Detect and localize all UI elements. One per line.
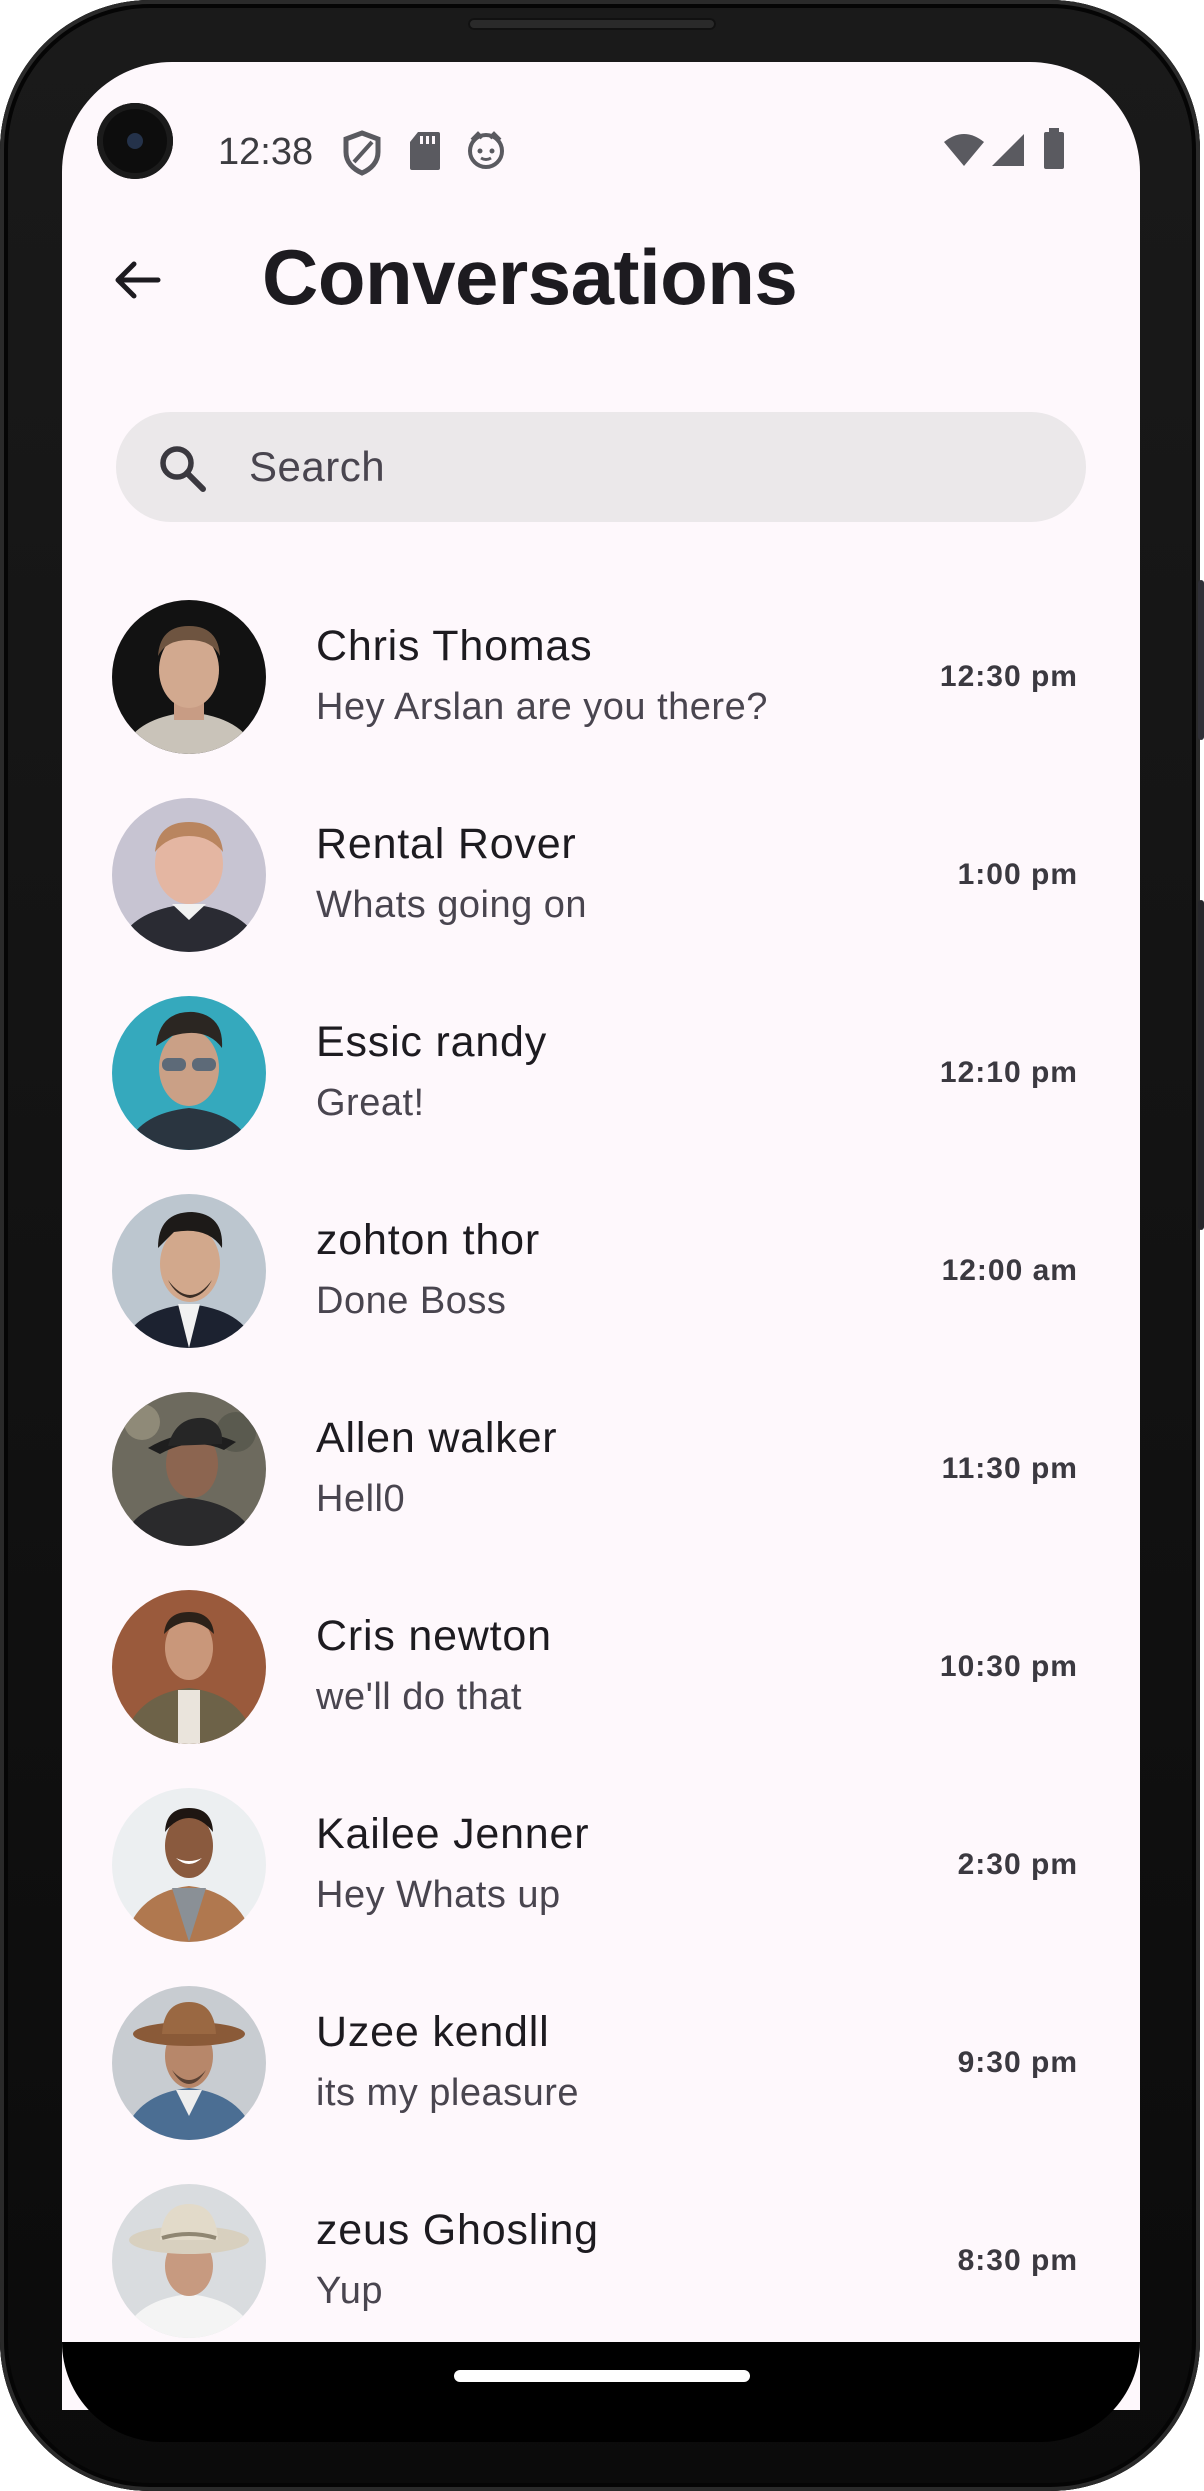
message-time: 12:30 pm — [939, 660, 1078, 693]
contact-name: Cris newton — [316, 1612, 552, 1660]
avatar[interactable] — [112, 996, 266, 1150]
last-message: Great! — [316, 1082, 425, 1124]
wifi-icon — [944, 134, 984, 166]
signal-icon — [992, 134, 1024, 166]
message-time: 2:30 pm — [957, 1848, 1078, 1881]
avatar[interactable] — [112, 2184, 266, 2338]
contact-name: Allen walker — [316, 1414, 558, 1462]
front-camera — [97, 103, 173, 179]
message-time: 12:00 am — [941, 1254, 1078, 1287]
navigation-bar — [62, 2342, 1140, 2442]
contact-name: Essic randy — [316, 1018, 548, 1066]
home-gesture-bar[interactable] — [454, 2370, 750, 2382]
conversation-item-cris-newton[interactable]: Cris newton we'll do that 10:30 pm — [62, 1582, 1140, 1780]
last-message: Hey Arslan are you there? — [316, 686, 768, 728]
conversation-item-rental-rover[interactable]: Rental Rover Whats going on 1:00 pm — [62, 790, 1140, 988]
battery-icon — [1044, 128, 1064, 169]
contact-name: Chris Thomas — [316, 622, 593, 670]
contact-name: Uzee kendll — [316, 2008, 550, 2056]
conversation-item-allen-walker[interactable]: Allen walker Hell0 11:30 pm — [62, 1384, 1140, 1582]
conversation-item-kailee-jenner[interactable]: Kailee Jenner Hey Whats up 2:30 pm — [62, 1780, 1140, 1978]
message-time: 1:00 pm — [957, 858, 1078, 891]
earpiece-speaker — [468, 18, 716, 30]
last-message: Whats going on — [316, 884, 588, 926]
volume-button — [1198, 580, 1204, 740]
contact-name: zeus Ghosling — [316, 2206, 599, 2254]
avatar[interactable] — [112, 1194, 266, 1348]
avatar[interactable] — [112, 1392, 266, 1546]
cat-face-icon — [468, 131, 504, 169]
contact-name: Rental Rover — [316, 820, 577, 868]
avatar[interactable] — [112, 600, 266, 754]
last-message: Done Boss — [316, 1280, 507, 1322]
contact-name: Kailee Jenner — [316, 1810, 590, 1858]
last-message: Hey Whats up — [316, 1874, 561, 1916]
conversation-item-essic-randy[interactable]: Essic randy Great! 12:10 pm — [62, 988, 1140, 1186]
message-time: 10:30 pm — [939, 1650, 1078, 1683]
shield-icon — [343, 130, 381, 176]
last-message: its my pleasure — [316, 2072, 580, 2114]
avatar[interactable] — [112, 1788, 266, 1942]
search-bar[interactable] — [116, 412, 1086, 522]
conversation-item-uzee-kendll[interactable]: Uzee kendll its my pleasure 9:30 pm — [62, 1978, 1140, 2176]
last-message: we'll do that — [316, 1676, 522, 1718]
search-input[interactable] — [249, 412, 1029, 522]
message-time: 9:30 pm — [957, 2046, 1078, 2079]
last-message: Hell0 — [316, 1478, 406, 1520]
status-time: 12:38 — [218, 130, 314, 173]
page-title: Conversations — [262, 233, 798, 321]
search-icon — [160, 446, 206, 492]
sd-card-icon — [410, 132, 440, 170]
avatar[interactable] — [112, 1986, 266, 2140]
message-time: 12:10 pm — [939, 1056, 1078, 1089]
conversation-item-chris-thomas[interactable]: Chris Thomas Hey Arslan are you there? 1… — [62, 592, 1140, 790]
message-time: 11:30 pm — [941, 1452, 1078, 1485]
back-arrow-icon[interactable] — [112, 255, 162, 305]
last-message: Yup — [316, 2270, 384, 2312]
conversation-item-zohton-thor[interactable]: zohton thor Done Boss 12:00 am — [62, 1186, 1140, 1384]
phone-frame: 12:38 Conversations Search Chris Thomas … — [0, 0, 1204, 2491]
contact-name: zohton thor — [316, 1216, 540, 1264]
avatar[interactable] — [112, 1590, 266, 1744]
power-button — [1198, 900, 1204, 1230]
message-time: 8:30 pm — [957, 2244, 1078, 2277]
avatar[interactable] — [112, 798, 266, 952]
